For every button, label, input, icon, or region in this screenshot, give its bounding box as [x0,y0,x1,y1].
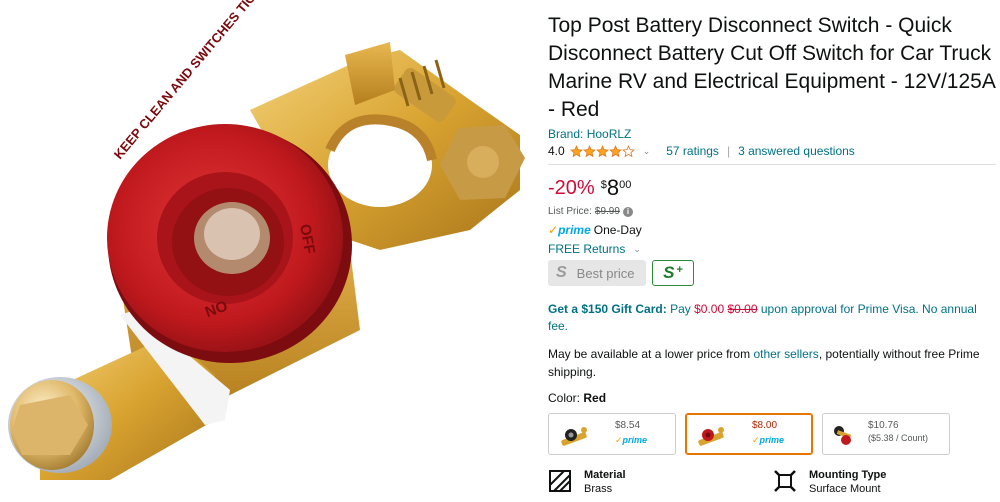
prime-delivery: One-Day [593,223,642,237]
chevron-down-icon[interactable]: ⌄ [633,244,641,255]
color-value: Red [583,391,607,405]
price-whole: 8 [606,175,620,200]
s-plus-plus: + [676,264,683,276]
attribute-value: Brass [584,483,613,495]
other-sellers-link[interactable]: other sellers [753,347,818,361]
swatch-option-2[interactable]: $8.00 ✓prime [685,413,813,455]
product-title: Top Post Battery Disconnect Switch - Qui… [548,14,995,121]
lower-price-note: May be available at a lower price from o… [548,345,998,381]
star-filled-icon [608,144,622,157]
star-filled-icon [582,144,596,157]
badges: S Best price S + [548,260,998,286]
gift-old-price: $0.00 [727,302,758,316]
best-price-badge[interactable]: S Best price [548,260,646,286]
swatch-price: $8.00 [752,420,778,431]
answered-questions-link[interactable]: 3 answered questions [738,144,855,158]
prime-check-icon: ✓ [752,435,760,445]
swatch-thumbnail [834,426,852,445]
chevron-down-icon[interactable]: ⌄ [643,146,651,157]
star-filled-icon [569,144,583,157]
rating-row: 4.0 ⌄ 57 ratings | 3 answered questions [548,144,998,158]
prime-logo: prime [558,223,591,237]
price: $ 8 00 [601,177,632,199]
gift-pay: Pay [670,302,691,316]
list-price-value: $9.99 [594,206,620,217]
attribute-mounting-type: Mounting Type Surface Mount [773,469,998,495]
swatch-thumbnail [561,427,587,446]
color-label: Color: [548,391,581,405]
swatch-option-1[interactable]: $8.54 ✓prime [548,413,676,455]
prime-check-icon: ✓ [548,223,559,237]
swatch-prime: ✓prime [752,435,784,446]
best-price-label: Best price [576,265,635,281]
list-price-label: List Price: [548,206,592,217]
color-row: Color: Red [548,391,998,405]
divider [548,164,996,165]
swatch-price: $10.76 [868,420,899,431]
free-returns-label: FREE Returns [548,242,626,256]
lower-price-text-a: May be available at a lower price from [548,347,751,361]
attribute-value: Surface Mount [809,483,881,495]
info-icon[interactable]: i [622,206,633,217]
attribute-label: Material [584,469,626,481]
attribute-label: Mounting Type [809,469,887,481]
swatch-prime-label: prime [759,435,785,445]
color-swatches: $8.54 ✓prime $8.00 ✓prime $10.76 ($5.38 … [548,413,998,455]
brand-link[interactable]: Brand: HooRLZ [548,127,998,141]
swatch-unit-price: ($5.38 / Count) [868,433,929,443]
gift-pay-price: $0.00 [694,302,725,316]
ratings-link[interactable]: 57 ratings [666,144,719,158]
swatch-prime: ✓prime [615,435,647,446]
discount-percent: -20% [548,177,595,199]
swatch-option-3[interactable]: $10.76 ($5.38 / Count) [822,413,950,455]
rating-stars[interactable] [569,144,635,158]
free-returns-link[interactable]: FREE Returns ⌄ [548,242,998,256]
gift-lead: Get a $150 Gift Card: [548,302,667,316]
prime-check-icon: ✓ [615,435,623,445]
swatch-price: $8.54 [615,420,641,431]
best-price-s-icon: S [556,264,567,281]
attributes: Material Brass Mounting Type Surface Mou… [548,469,998,495]
star-filled-icon [595,144,609,157]
rating-value: 4.0 [548,144,565,158]
mounting-type-icon [774,470,796,492]
price-fraction: 00 [619,179,632,191]
separator: | [726,144,731,158]
s-plus-icon: S [663,263,675,282]
prime-row: ✓ prime One-Day [548,223,998,237]
star-empty-icon [621,144,635,157]
price-row: -20% $ 8 00 [548,177,998,200]
product-image[interactable]: KEEP CLEAN AND SWITCHES TIGHT OFF ON [0,0,540,502]
product-info: Top Post Battery Disconnect Switch - Qui… [548,12,998,495]
product-image-area[interactable]: KEEP CLEAN AND SWITCHES TIGHT OFF ON [0,0,540,502]
s-plus-badge[interactable]: S + [652,260,694,286]
attribute-material: Material Brass [548,469,773,495]
list-price-row: List Price: $9.99 i [548,206,998,217]
swatch-prime-label: prime [622,435,648,445]
material-icon [549,470,571,492]
gift-card-offer[interactable]: Get a $150 Gift Card: Pay $0.00 $0.00 up… [548,301,998,335]
swatch-thumbnail [698,427,724,446]
